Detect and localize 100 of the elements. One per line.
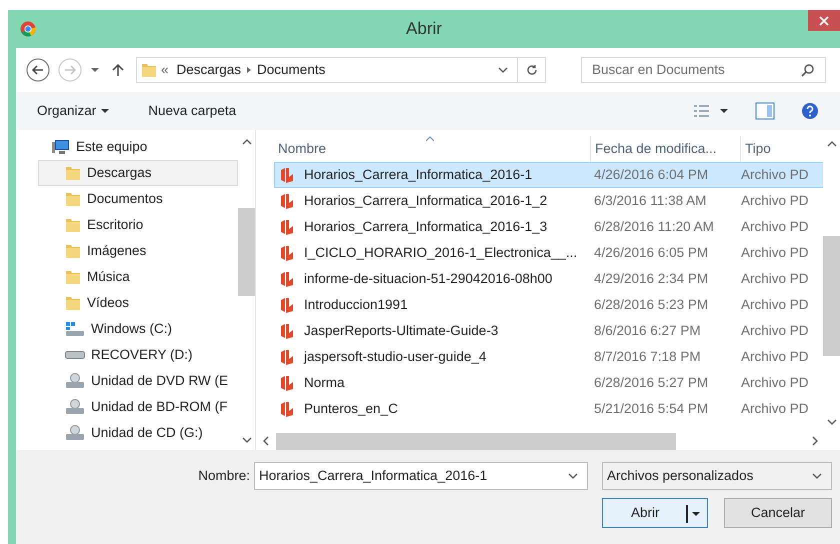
file-name-box[interactable]: Horarios_Carrera_Informatica_2016-1 [254,462,588,490]
file-row[interactable]: Introduccion1991 6/28/2016 5:23 PM Archivo PD [274,292,823,318]
date-cell-text: 4/29/2016 2:34 PM [593,270,710,288]
tree-item[interactable]: Escritorio [38,212,238,238]
tree-item[interactable]: Unidad de DVD RW (E [38,368,238,394]
file-name: Horarios_Carrera_Informatica_2016-1 [304,166,532,184]
open-button[interactable]: Abrir [602,498,708,528]
file-name: JasperReports-Ultimate-Guide-3 [304,322,498,340]
preview-pane-icon[interactable] [755,102,775,120]
search-field[interactable]: Buscar en Documents [592,60,801,80]
pdf-file-icon [280,219,294,235]
date-cell-text: 5/21/2016 5:54 PM [593,400,710,418]
file-name: Horarios_Carrera_Informatica_2016-1_2 [304,192,548,210]
date-cell-text: 4/26/2016 6:04 PM [593,166,710,184]
type-cell-text: Archivo PD [741,400,810,418]
computer-icon [52,139,70,155]
tree-item[interactable]: Descargas [38,160,238,186]
address-bar[interactable]: « Descargas Documents [136,57,546,83]
type-cell-text: Archivo PD [741,192,810,210]
scroll-thumb[interactable] [823,236,840,356]
pdf-file-icon [280,167,294,183]
caret-icon [691,509,701,519]
caret-icon [100,106,110,116]
pdf-file-icon [280,297,294,313]
file-row[interactable]: JasperReports-Ultimate-Guide-3 8/6/2016 6:27 PM Archivo PD [274,318,823,344]
breadcrumb-item[interactable]: Documents [257,60,326,80]
file-name: informe-de-situacion-51-29042016-08h00 [304,270,552,288]
file-name: jaspersoft-studio-user-guide_4 [304,348,486,366]
close-icon [819,16,829,26]
pdf-file-icon [280,375,294,391]
tree-item[interactable]: RECOVERY (D:) [38,342,238,368]
date-cell-text: 8/6/2016 6:27 PM [593,322,702,340]
folder-icon [65,269,81,285]
pdf-file-icon [280,401,294,417]
date-cell-text: 6/28/2016 5:23 PM [593,296,710,314]
disc-drive-icon [65,399,85,415]
new-folder-button[interactable]: Nueva carpeta [148,100,236,122]
type-cell-text: Archivo PD [741,270,810,288]
breadcrumb-item[interactable]: Descargas [176,60,242,80]
organize-menu[interactable]: Organizar [37,100,110,122]
drive-icon [65,321,85,337]
cancel-button[interactable]: Cancelar [724,498,832,528]
tree-item[interactable]: Imágenes [38,238,238,264]
folder-icon [141,62,157,78]
refresh-icon[interactable] [526,64,538,76]
scroll-thumb[interactable] [276,432,676,450]
file-name: Horarios_Carrera_Informatica_2016-1_3 [304,218,548,236]
window-title: Abrir [406,18,442,40]
file-name: I_CICLO_HORARIO_2016-1_Electronica__... [304,244,578,262]
folder-icon [65,243,81,259]
drive-icon [65,351,85,359]
file-row[interactable]: Horarios_Carrera_Informatica_2016-1 4/26/2016 6:04 PM Archivo PD [274,162,823,188]
tree-item[interactable]: Vídeos [38,290,238,316]
tree-item[interactable]: Unidad de BD-ROM (F [38,394,238,420]
type-cell-text: Archivo PD [741,244,810,262]
search-box[interactable]: Buscar en Documents [581,57,826,83]
date-cell-text: 6/28/2016 5:27 PM [593,374,710,392]
file-row[interactable]: Horarios_Carrera_Informatica_2016-1_3 6/28/2016 11:20 AM Archivo PD [274,214,823,240]
file-name: Introduccion1991 [304,296,408,314]
caret-icon[interactable] [90,65,100,75]
back-icon[interactable] [26,58,50,82]
file-name-field[interactable]: Horarios_Carrera_Informatica_2016-1 [259,466,567,486]
pdf-file-icon [280,193,294,209]
app-logo-icon [20,21,36,37]
help-icon[interactable] [801,102,819,120]
tree-item[interactable]: Unidad de CD (G:) [38,420,238,446]
search-icon [801,63,815,77]
disc-drive-icon [65,425,85,441]
breadcrumb-overflow: « [161,60,169,79]
folder-icon [65,217,81,233]
tree-item[interactable]: Documentos [38,186,238,212]
pdf-file-icon [280,245,294,261]
pdf-file-icon [280,349,294,365]
type-cell-text: Archivo PD [741,296,810,314]
scroll-thumb[interactable] [238,208,255,296]
chevron-right-icon [245,66,254,74]
pdf-file-icon [280,323,294,339]
file-row[interactable]: I_CICLO_HORARIO_2016-1_Electronica__... 4/26/2016 6:05 PM Archivo PD [274,240,823,266]
view-list-icon[interactable] [693,104,711,118]
file-type-dropdown[interactable]: Archivos personalizados [602,462,832,490]
tree-item[interactable]: Música [38,264,238,290]
file-row[interactable]: jaspersoft-studio-user-guide_4 8/7/2016 7:18 PM Archivo PD [274,344,823,370]
tree-item[interactable]: Windows (C:) [38,316,238,342]
date-cell-text: 4/26/2016 6:05 PM [593,244,710,262]
file-name: Norma [304,374,345,392]
up-arrow-icon[interactable] [112,63,124,77]
caret-icon[interactable] [719,106,729,116]
pdf-file-icon [280,271,294,287]
folder-icon [65,295,81,311]
file-row[interactable]: Horarios_Carrera_Informatica_2016-1_2 6/3/2016 11:38 AM Archivo PD [274,188,823,214]
file-row[interactable]: Norma 6/28/2016 5:27 PM Archivo PD [274,370,823,396]
close-button[interactable] [808,10,840,31]
file-name-label: Nombre: [198,466,250,485]
folder-icon [65,165,81,181]
file-row[interactable]: Punteros_en_C 5/21/2016 5:54 PM Archivo PD [274,396,823,422]
type-cell-text: Archivo PD [741,374,810,392]
date-cell-text: 6/28/2016 11:20 AM [593,218,715,236]
file-row[interactable]: informe-de-situacion-51-29042016-08h00 4/29/2016 2:34 PM Archivo PD [274,266,823,292]
disc-drive-icon [65,373,85,389]
tree-item[interactable]: Este equipo [46,134,238,160]
